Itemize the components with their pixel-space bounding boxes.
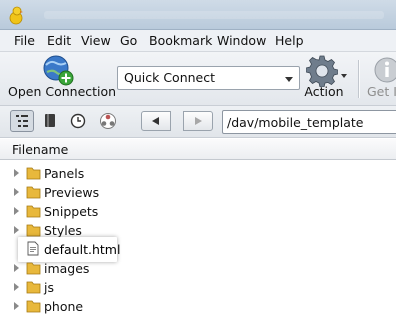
filename-column-header[interactable]: Filename [12, 142, 68, 157]
back-arrow-icon [152, 117, 159, 125]
globe-plus-icon [43, 55, 74, 86]
file-name: images [44, 261, 90, 276]
back-button[interactable] [141, 111, 171, 131]
file-name: Previews [44, 185, 100, 200]
bonjour-view-button[interactable] [96, 110, 120, 132]
history-view-button[interactable] [66, 110, 90, 132]
bookmarks-view-button[interactable] [38, 110, 62, 132]
tree-list-icon [16, 115, 28, 127]
file-name: Panels [44, 166, 85, 181]
expand-arrow-icon[interactable] [14, 283, 19, 291]
forward-arrow-icon [195, 117, 202, 125]
list-item[interactable]: Panels [0, 164, 396, 183]
file-name: phone [44, 299, 84, 314]
get-info-button[interactable]: Get In [364, 52, 396, 104]
navigation-bar [0, 106, 396, 138]
browser-view-button[interactable] [10, 110, 34, 132]
expand-arrow-icon[interactable] [14, 264, 19, 272]
list-item-selected[interactable]: default.html [0, 237, 396, 262]
menu-edit[interactable]: Edit [47, 33, 71, 48]
menu-file[interactable]: File [14, 33, 35, 48]
html-file-icon [27, 241, 39, 256]
file-name: Snippets [44, 204, 99, 219]
menu-help[interactable]: Help [275, 33, 304, 48]
action-label: Action [304, 84, 344, 99]
file-list: Panels Previews Snippets Styles default.… [0, 161, 396, 336]
folder-icon [26, 262, 41, 275]
toolbar: Open Connection Quick Connect Action Get… [0, 52, 396, 106]
list-item[interactable]: Previews [0, 183, 396, 202]
get-info-label: Get In [367, 84, 396, 99]
clock-icon [70, 113, 86, 129]
folder-icon [26, 300, 41, 313]
column-header: Filename [0, 139, 396, 160]
menu-bookmark[interactable]: Bookmark [149, 33, 212, 48]
list-item[interactable]: images [0, 259, 396, 278]
folder-icon [26, 205, 41, 218]
info-icon [374, 57, 396, 83]
folder-icon [26, 281, 41, 294]
path-input[interactable] [222, 110, 396, 134]
folder-icon [26, 186, 41, 199]
list-item[interactable]: js [0, 278, 396, 297]
file-name: default.html [44, 242, 121, 257]
expand-arrow-icon[interactable] [14, 169, 19, 177]
expand-arrow-icon[interactable] [14, 188, 19, 196]
file-name: Styles [44, 223, 82, 238]
menu-go[interactable]: Go [120, 33, 137, 48]
forward-button[interactable] [183, 111, 213, 131]
expand-arrow-icon[interactable] [14, 207, 19, 215]
menu-bar: File Edit View Go Bookmark Window Help [0, 30, 396, 52]
action-button[interactable]: Action [303, 52, 347, 104]
file-name: js [44, 280, 54, 295]
title-bar [0, 0, 396, 30]
window-title-area [44, 11, 384, 19]
open-connection-button[interactable]: Open Connection [8, 52, 117, 104]
folder-icon [26, 224, 41, 237]
toolbar-separator [358, 60, 359, 98]
folder-icon [26, 167, 41, 180]
quick-connect-value: Quick Connect [124, 70, 216, 85]
expand-arrow-icon[interactable] [14, 302, 19, 310]
quick-connect-dropdown[interactable]: Quick Connect [117, 66, 300, 90]
list-item[interactable]: Snippets [0, 202, 396, 221]
open-connection-label: Open Connection [8, 84, 117, 99]
chevron-down-icon [285, 77, 293, 82]
app-duck-icon [9, 6, 23, 25]
expand-arrow-icon[interactable] [14, 226, 19, 234]
action-dropdown-arrow-icon [341, 74, 347, 78]
bonjour-icon [100, 113, 116, 129]
bookmark-book-icon [45, 114, 55, 127]
menu-view[interactable]: View [81, 33, 111, 48]
list-item[interactable]: phone [0, 297, 396, 316]
gear-icon [306, 55, 338, 87]
menu-window[interactable]: Window [217, 33, 266, 48]
